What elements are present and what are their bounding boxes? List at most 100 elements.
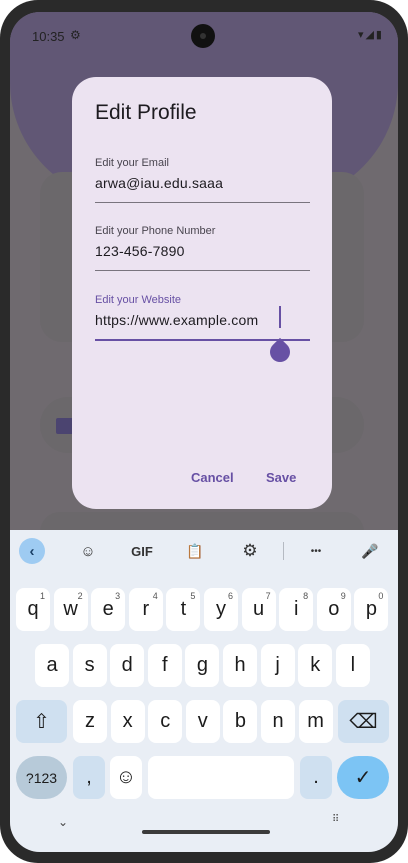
status-bar: 10:35 ⚙ ▾◢▮ (10, 12, 398, 56)
key-l[interactable]: l (335, 644, 370, 687)
key-label: f (162, 654, 168, 676)
more-options-icon[interactable]: ••• (302, 538, 330, 564)
soft-keyboard: ‹ ☺ GIF 📋 ⚙ ••• 🎤 q1w2e3r4t5y6u7i8o9p0 a… (10, 530, 398, 852)
key-o[interactable]: o9 (316, 588, 351, 631)
key-label: k (310, 654, 321, 676)
key-label: w (63, 598, 78, 620)
key-label: p (365, 598, 377, 620)
key-x[interactable]: x (110, 700, 145, 743)
key-e[interactable]: e3 (91, 588, 126, 631)
key-v[interactable]: v (185, 700, 220, 743)
website-field-label: Edit your Website (95, 294, 182, 306)
key-label: h (234, 654, 246, 676)
emoji-key[interactable]: ☺ (110, 756, 142, 799)
shift-key[interactable]: ⇧ (16, 700, 67, 743)
cancel-button[interactable]: Cancel (191, 470, 234, 485)
keyboard-back-icon[interactable]: ‹ (19, 538, 45, 564)
key-label: j (275, 654, 280, 676)
key-label: x (122, 710, 133, 732)
key-d[interactable]: d (110, 644, 145, 687)
website-field-value[interactable]: https://www.example.com (95, 312, 310, 328)
key-j[interactable]: j (260, 644, 295, 687)
email-field-value[interactable]: arwa@iau.edu.saaa (95, 175, 310, 191)
key-label: a (46, 654, 58, 676)
key-i[interactable]: i8 (279, 588, 314, 631)
key-z[interactable]: z (73, 700, 107, 743)
key-w[interactable]: w2 (53, 588, 88, 631)
key-label: z (85, 710, 95, 732)
key-t[interactable]: t5 (166, 588, 201, 631)
key-hint: 8 (303, 591, 309, 601)
key-label: b (234, 710, 246, 732)
backspace-key[interactable]: ⌫ (338, 700, 389, 743)
email-field-label: Edit your Email (95, 157, 169, 169)
phone-field-underline (95, 270, 310, 271)
key-p[interactable]: p0 (354, 588, 389, 631)
gif-button[interactable]: GIF (126, 538, 158, 564)
symbols-key[interactable]: ?123 (16, 756, 67, 799)
status-signal-battery-icons: ▾◢▮ (357, 29, 384, 41)
toolbar-divider (283, 542, 284, 560)
screen: 10:35 ⚙ ▾◢▮ Edit Profile Edit your Email… (10, 12, 398, 852)
key-label: e (102, 598, 114, 620)
email-field-underline (95, 202, 310, 203)
key-label: s (84, 654, 95, 676)
sticker-icon[interactable]: ☺ (76, 538, 100, 564)
gesture-nav-handle[interactable] (142, 830, 270, 834)
email-field[interactable]: Edit your Email arwa@iau.edu.saaa (95, 157, 310, 203)
status-settings-icon: ⚙ (70, 28, 81, 42)
comma-key[interactable]: , (73, 756, 105, 799)
device-frame: 10:35 ⚙ ▾◢▮ Edit Profile Edit your Email… (0, 0, 408, 863)
key-g[interactable]: g (185, 644, 220, 687)
period-key[interactable]: . (300, 756, 332, 799)
key-hint: 7 (265, 591, 271, 601)
key-hint: 9 (340, 591, 346, 601)
key-label: g (196, 654, 208, 676)
key-hint: 3 (115, 591, 121, 601)
key-hint: 5 (190, 591, 196, 601)
done-key[interactable]: ✓ (337, 756, 389, 799)
key-q[interactable]: q1 (16, 588, 50, 631)
key-label: d (121, 654, 133, 676)
key-label: m (307, 710, 324, 732)
key-hint: 2 (77, 591, 83, 601)
key-m[interactable]: m (298, 700, 333, 743)
key-r[interactable]: r4 (128, 588, 163, 631)
keyboard-switch-icon[interactable]: ⠿ (332, 814, 339, 825)
key-label: l (350, 654, 356, 676)
save-button[interactable]: Save (266, 470, 296, 485)
phone-field-label: Edit your Phone Number (95, 225, 216, 237)
key-label: u (253, 598, 265, 620)
clipboard-icon[interactable]: 📋 (183, 538, 207, 564)
key-label: n (272, 710, 284, 732)
key-k[interactable]: k (298, 644, 333, 687)
key-label: c (160, 710, 171, 732)
microphone-icon[interactable]: 🎤 (358, 538, 382, 564)
key-hint: 1 (39, 591, 45, 601)
phone-field-value[interactable]: 123-456-7890 (95, 243, 310, 259)
hide-keyboard-icon[interactable]: ⌄ (58, 815, 68, 829)
key-hint: 0 (378, 591, 384, 601)
key-label: t (180, 598, 187, 620)
phone-field[interactable]: Edit your Phone Number 123-456-7890 (95, 225, 310, 271)
key-s[interactable]: s (72, 644, 107, 687)
key-c[interactable]: c (148, 700, 183, 743)
text-cursor (279, 306, 281, 328)
key-b[interactable]: b (223, 700, 258, 743)
keyboard-settings-icon[interactable]: ⚙ (238, 538, 262, 564)
key-label: i (293, 598, 299, 620)
edit-profile-dialog: Edit Profile Edit your Email arwa@iau.ed… (72, 77, 332, 509)
dialog-title: Edit Profile (95, 101, 197, 124)
key-u[interactable]: u7 (241, 588, 276, 631)
cursor-handle[interactable] (265, 337, 295, 367)
key-n[interactable]: n (261, 700, 295, 743)
keyboard-toolbar: ‹ ☺ GIF 📋 ⚙ ••• 🎤 (10, 530, 398, 572)
key-h[interactable]: h (223, 644, 257, 687)
key-a[interactable]: a (35, 644, 69, 687)
key-f[interactable]: f (147, 644, 182, 687)
key-y[interactable]: y6 (204, 588, 238, 631)
space-key[interactable] (148, 756, 294, 799)
key-hint: 6 (227, 591, 233, 601)
key-label: q (27, 598, 39, 620)
website-field[interactable]: Edit your Website https://www.example.co… (95, 294, 310, 367)
